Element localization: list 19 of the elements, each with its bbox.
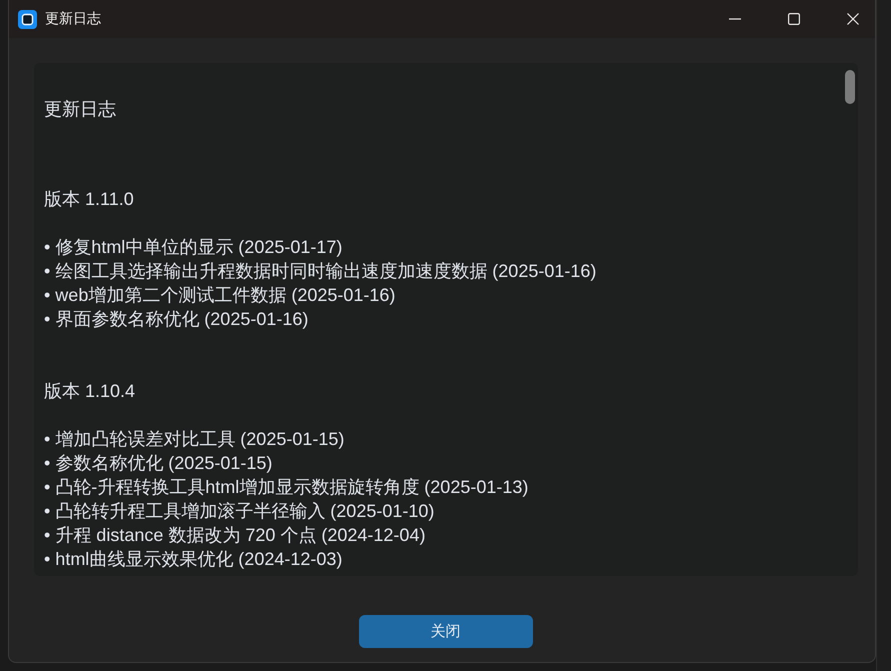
changelog-item: • 凸轮转升程工具增加滚子半径输入 (2025-01-10) (44, 500, 434, 523)
changelog-item: • 修复html中单位的显示 (2025-01-17) (44, 236, 342, 259)
changelog-item: • html曲线显示效果优化 (2024-12-03) (44, 548, 342, 571)
version-heading: 版本 1.11.0 (44, 188, 134, 211)
changelog-item: • 界面参数名称优化 (2025-01-16) (44, 308, 308, 331)
maximize-icon[interactable] (788, 13, 800, 25)
version-heading: 版本 1.10.4 (44, 380, 136, 403)
app-icon (18, 10, 37, 28)
close-button[interactable]: 关闭 (358, 615, 532, 648)
changelog-item: • 参数名称优化 (2025-01-15) (44, 452, 272, 475)
window-title: 更新日志 (45, 10, 101, 28)
changelog-item: • 升程 distance 数据改为 720 个点 (2024-12-04) (44, 524, 426, 547)
changelog-heading: 更新日志 (44, 98, 116, 121)
scrollbar-thumb[interactable] (845, 70, 855, 104)
changelog-item: • 凸轮-升程转换工具html增加显示数据旋转角度 (2025-01-13) (44, 476, 528, 499)
changelog-item: • web增加第二个测试工件数据 (2025-01-16) (44, 284, 396, 307)
close-icon[interactable] (847, 13, 860, 25)
changelog-item: • 绘图工具选择输出升程数据时同时输出速度加速度数据 (2025-01-16) (44, 260, 596, 283)
changelog-item: • 增加凸轮误差对比工具 (2025-01-15) (44, 428, 344, 451)
